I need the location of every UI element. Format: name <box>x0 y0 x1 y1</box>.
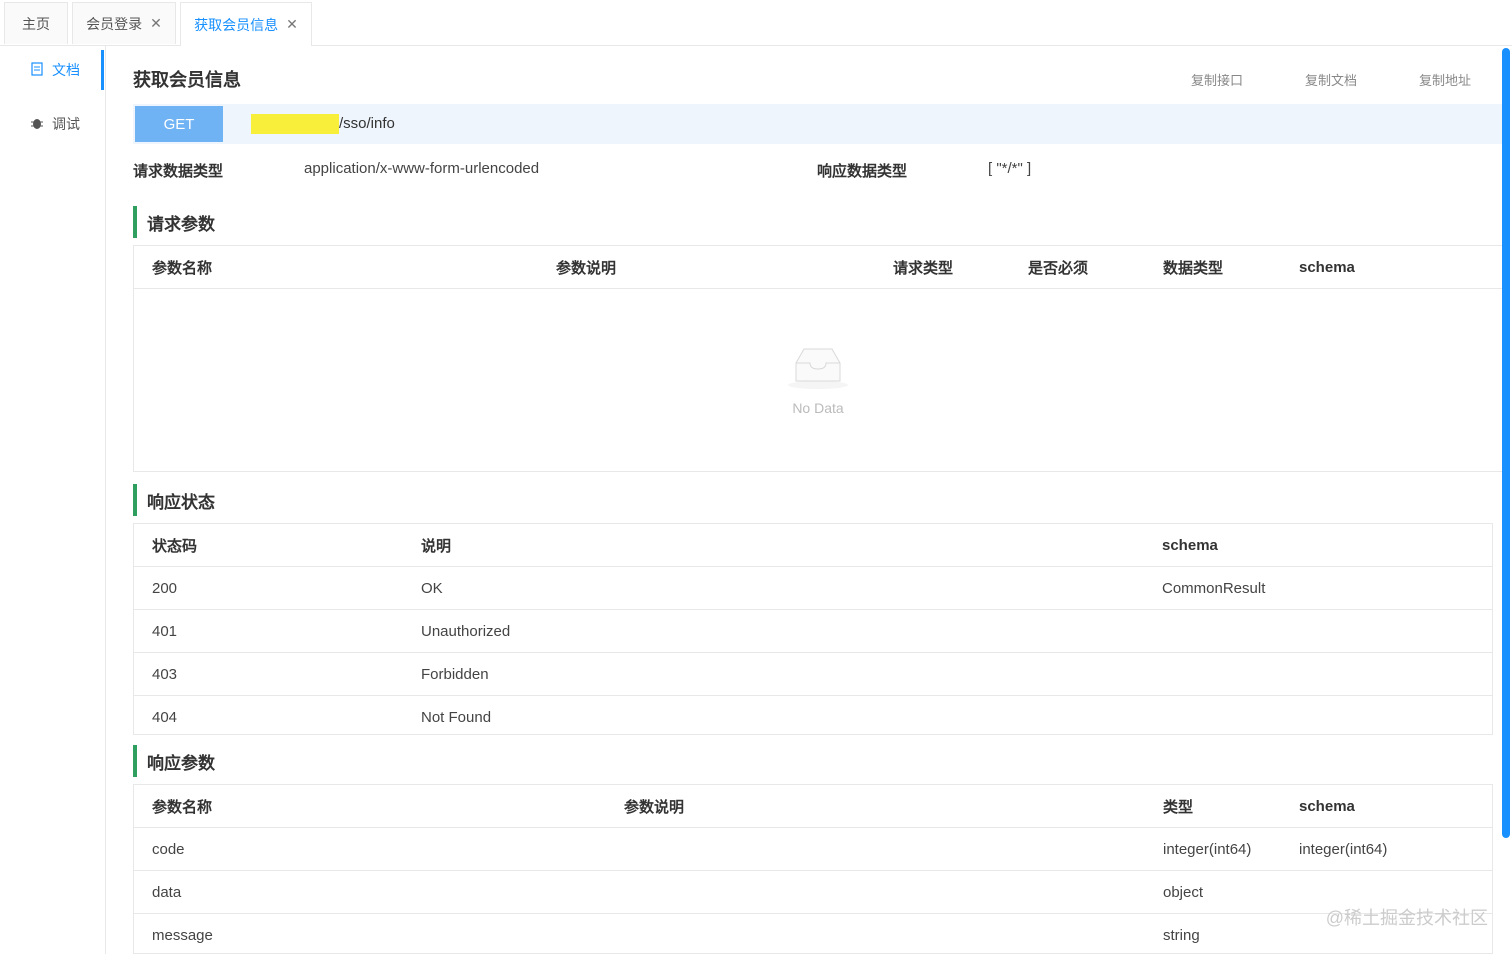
request-type-value-text: application/x-www-form-urlencoded <box>304 160 540 177</box>
response-status-table: 状态码 说明 schema 200 OK CommonResult 401 Un… <box>133 523 1493 735</box>
table-row: code integer(int64) integer(int64) <box>134 828 1492 871</box>
tab-label: 主页 <box>22 15 50 32</box>
empty-state: No Data <box>134 289 1502 471</box>
close-icon[interactable]: ✕ <box>286 16 298 33</box>
table-header: 参数名称 参数说明 类型 schema <box>134 785 1492 828</box>
empty-text: No Data <box>792 399 844 416</box>
response-type-value: [ "*/*" ] <box>988 160 1031 177</box>
table-row: 403 Forbidden <box>134 653 1492 696</box>
tab-label: 会员登录 <box>86 15 143 32</box>
col-header: 参数说明 <box>624 798 685 816</box>
sidebar-item-docs[interactable]: 文档 <box>0 50 104 90</box>
tab-label: 获取会员信息 <box>194 16 279 33</box>
page-title: 获取会员信息 <box>133 70 241 90</box>
tab-bar: 主页 会员登录 ✕ 获取会员信息 ✕ <box>0 0 1512 46</box>
endpoint-path: /sso/info <box>339 115 395 132</box>
section-heading-response-status: 响应状态 <box>133 484 215 516</box>
section-heading-request-params: 请求参数 <box>133 206 215 238</box>
redacted-host <box>251 114 339 134</box>
param-type: string <box>1163 926 1200 944</box>
col-header: schema <box>1299 258 1355 276</box>
col-header: 数据类型 <box>1163 259 1224 277</box>
request-params-table: 参数名称 参数说明 请求类型 是否必须 数据类型 schema No Data <box>133 245 1503 472</box>
param-type: integer(int64) <box>1163 840 1252 858</box>
copy-links: 复制接口 复制文档 复制地址 <box>1191 70 1471 89</box>
param-name: data <box>152 883 182 901</box>
table-row: 401 Unauthorized <box>134 610 1492 653</box>
watermark: @稀土掘金技术社区 <box>1325 908 1488 928</box>
status-schema: CommonResult <box>1162 579 1266 597</box>
col-header: 请求类型 <box>893 259 954 277</box>
col-header: 参数名称 <box>152 259 213 277</box>
copy-doc-link[interactable]: 复制文档 <box>1305 70 1357 89</box>
table-row: 200 OK CommonResult <box>134 567 1492 610</box>
close-icon[interactable]: ✕ <box>150 15 162 32</box>
tab-home[interactable]: 主页 <box>4 2 68 44</box>
sidebar-item-label: 调试 <box>52 116 80 132</box>
param-type: object <box>1163 883 1204 901</box>
status-desc: Forbidden <box>421 665 489 683</box>
col-header: 是否必须 <box>1028 259 1089 277</box>
response-type: 响应数据类型 <box>817 160 907 181</box>
copy-interface-link[interactable]: 复制接口 <box>1191 70 1243 89</box>
section-heading-response-params: 响应参数 <box>133 745 215 777</box>
response-params-table: 参数名称 参数说明 类型 schema code integer(int64) … <box>133 784 1493 954</box>
col-header: schema <box>1299 797 1355 815</box>
request-type-value: application/x-www-form-urlencoded <box>304 160 539 177</box>
col-header: 说明 <box>421 537 452 555</box>
request-type: 请求数据类型 <box>133 160 223 181</box>
vertical-scrollbar[interactable] <box>1502 48 1510 838</box>
response-type-label: 响应数据类型 <box>817 163 908 180</box>
col-header: 参数说明 <box>556 259 617 277</box>
param-schema: integer(int64) <box>1299 840 1388 858</box>
tab-get-member-info[interactable]: 获取会员信息 ✕ <box>180 2 312 46</box>
status-desc: Not Found <box>421 708 492 726</box>
col-header: schema <box>1162 536 1218 554</box>
table-row: 404 Not Found <box>134 696 1492 738</box>
tab-member-login[interactable]: 会员登录 ✕ <box>72 2 176 44</box>
sidebar-item-label: 文档 <box>52 62 80 78</box>
response-type-value-text: [ "*/*" ] <box>988 160 1032 177</box>
table-row: data object <box>134 871 1492 914</box>
inbox-icon <box>786 345 850 394</box>
status-code: 404 <box>152 708 178 726</box>
col-header: 参数名称 <box>152 798 213 816</box>
table-row: message string <box>134 914 1492 956</box>
sidebar-item-debug[interactable]: 调试 <box>0 104 104 144</box>
col-header: 类型 <box>1163 798 1194 816</box>
status-code: 200 <box>152 579 178 597</box>
col-header: 状态码 <box>152 537 198 555</box>
request-type-label: 请求数据类型 <box>133 163 224 180</box>
param-name: message <box>152 926 213 944</box>
status-desc: OK <box>421 579 443 597</box>
table-header: 参数名称 参数说明 请求类型 是否必须 数据类型 schema <box>134 246 1502 289</box>
bug-icon <box>30 116 44 133</box>
copy-address-link[interactable]: 复制地址 <box>1419 70 1471 89</box>
status-code: 403 <box>152 665 178 683</box>
sidebar: 文档 调试 <box>0 46 106 954</box>
status-desc: Unauthorized <box>421 622 511 640</box>
param-name: code <box>152 840 185 858</box>
status-code: 401 <box>152 622 178 640</box>
table-header: 状态码 说明 schema <box>134 524 1492 567</box>
method-button[interactable]: GET <box>135 106 223 142</box>
url-bar: GET /sso/info <box>133 104 1503 144</box>
document-icon <box>30 61 44 79</box>
